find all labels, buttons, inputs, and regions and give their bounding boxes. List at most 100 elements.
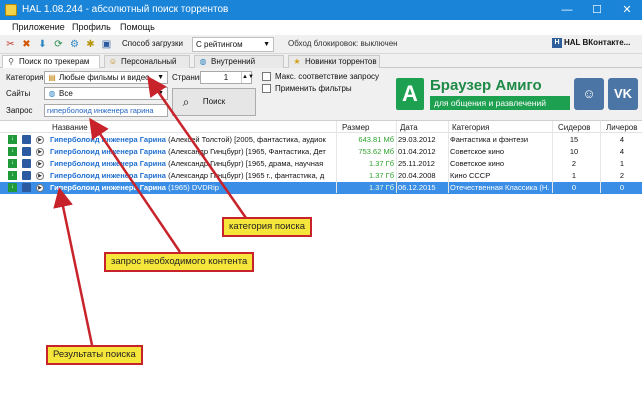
app-icon bbox=[5, 4, 17, 16]
close-button[interactable]: ✕ bbox=[612, 0, 642, 20]
result-date: 29.03.2012 bbox=[398, 135, 436, 144]
download-torrent-icon[interactable]: ↓ bbox=[8, 171, 17, 180]
callout-search-category: категория поиска bbox=[222, 217, 313, 237]
result-leechers: 1 bbox=[619, 159, 625, 168]
stepper-arrows-icon[interactable]: ▲▼ bbox=[241, 72, 254, 83]
hal-vk-link[interactable]: H HAL ВКонтакте... bbox=[552, 38, 630, 48]
download-torrent-icon[interactable]: ↓ bbox=[8, 159, 17, 168]
category-label: Категория bbox=[6, 73, 44, 82]
result-seeders: 2 bbox=[571, 159, 577, 168]
result-date: 06.12.2015 bbox=[398, 183, 436, 192]
column-header-title[interactable]: Название bbox=[52, 123, 88, 132]
result-date: 20.04.2008 bbox=[398, 171, 436, 180]
play-icon[interactable]: ▶ bbox=[36, 160, 44, 168]
binoculars-icon: ⌕ bbox=[182, 95, 190, 109]
tab-bar: ⚲ Поиск по трекерам ☺ Персональный поиск… bbox=[0, 54, 642, 78]
save-icon[interactable] bbox=[22, 147, 31, 156]
result-seeders: 0 bbox=[571, 183, 577, 192]
save-icon[interactable] bbox=[22, 171, 31, 180]
result-size: 753.62 Мб bbox=[358, 147, 394, 156]
chevron-down-icon: ▼ bbox=[263, 41, 270, 48]
result-title: Гиперболоид инженера Гарина (Александр Г… bbox=[50, 159, 324, 168]
amigo-ad-banner[interactable]: A Браузер Амиго для общения и развлечени… bbox=[396, 74, 642, 118]
play-icon[interactable]: ▶ bbox=[36, 172, 44, 180]
result-title: Гиперболоид инженера Гарина (Александр Г… bbox=[50, 147, 326, 156]
pages-stepper[interactable]: 1 ▲▼ bbox=[200, 71, 254, 84]
play-icon[interactable]: ▶ bbox=[36, 184, 44, 192]
person-icon: ☺ bbox=[108, 57, 118, 66]
column-header-size[interactable]: Размер bbox=[342, 123, 370, 132]
result-category: Советское кино bbox=[450, 147, 505, 156]
query-input[interactable]: гиперболоид инженера гарина bbox=[44, 104, 168, 117]
result-title: Гиперболоид инженера Гарина (1965) DVDRi… bbox=[50, 183, 219, 192]
query-label: Запрос bbox=[6, 106, 33, 115]
download-icon[interactable]: ⬇ bbox=[36, 38, 49, 51]
result-title: Гиперболоид инженера Гарина (Алексей Тол… bbox=[50, 135, 326, 144]
menu-bar: Приложение Профиль Помощь bbox=[0, 20, 642, 35]
tab-internal-browser[interactable]: ◍ Внутренний браузер bbox=[194, 55, 284, 78]
download-torrent-icon[interactable]: ↓ bbox=[8, 183, 17, 192]
hal-icon: H bbox=[552, 38, 562, 48]
sites-label: Сайты bbox=[6, 89, 31, 98]
smiley-icon: ☺ bbox=[574, 78, 604, 110]
save-icon[interactable] bbox=[22, 183, 31, 192]
close-tabs-icon[interactable]: ✖ bbox=[20, 38, 33, 51]
result-leechers: 4 bbox=[619, 135, 625, 144]
result-category: Кино СССР bbox=[450, 171, 491, 180]
save-icon[interactable]: ▣ bbox=[100, 38, 113, 51]
save-icon[interactable] bbox=[22, 159, 31, 168]
table-row[interactable]: ↓ ▶ Гиперболоид инженера Гарина (Александр… bbox=[0, 146, 642, 158]
download-torrent-icon[interactable]: ↓ bbox=[8, 147, 17, 156]
result-size: 643.81 Мб bbox=[358, 135, 394, 144]
result-category: Отечественная Классика (Н... bbox=[450, 183, 550, 192]
exact-match-label: Макс. соответствие запросу bbox=[275, 72, 380, 81]
hal-vk-label: HAL ВКонтакте... bbox=[564, 38, 631, 48]
apply-filters-checkbox[interactable] bbox=[262, 84, 271, 93]
exact-match-checkbox[interactable] bbox=[262, 72, 271, 81]
result-size: 1.37 Гб bbox=[368, 171, 394, 180]
minimize-button[interactable]: — bbox=[552, 0, 582, 20]
category-value: Любые фильмы и видео bbox=[59, 73, 150, 82]
globe-icon: ◍ bbox=[199, 57, 207, 66]
table-row[interactable]: ↓ ▶ Гиперболоид инженера Гарина (1965) DVD… bbox=[0, 182, 642, 194]
menu-item-help[interactable]: Помощь bbox=[120, 22, 155, 32]
column-header-leechers[interactable]: Личеров bbox=[606, 123, 637, 132]
search-button-label: Поиск bbox=[202, 97, 226, 106]
tools-icon[interactable]: ✂ bbox=[4, 38, 17, 51]
settings-icon[interactable]: ⚙ bbox=[68, 38, 81, 51]
search-button[interactable]: ⌕ Поиск bbox=[172, 88, 256, 116]
column-header-date[interactable]: Дата bbox=[400, 123, 418, 132]
tab-tracker-search[interactable]: ⚲ Поиск по трекерам bbox=[2, 55, 100, 69]
result-size: 1.37 Гб bbox=[368, 159, 394, 168]
table-row[interactable]: ↓ ▶ Гиперболоид инженера Гарина (Александр… bbox=[0, 158, 642, 170]
maximize-button[interactable]: ☐ bbox=[582, 0, 612, 20]
column-header-category[interactable]: Категория bbox=[452, 123, 489, 132]
category-select[interactable]: ▤ Любые фильмы и видео ▼ bbox=[44, 71, 168, 84]
result-category: Фантастика и фэнтези bbox=[450, 135, 529, 144]
table-row[interactable]: ↓ ▶ Гиперболоид инженера Гарина (Александр… bbox=[0, 170, 642, 182]
amigo-logo: A bbox=[396, 78, 424, 110]
result-size: 1.37 Гб bbox=[368, 183, 394, 192]
info-icon[interactable]: ✱ bbox=[84, 38, 97, 51]
column-header-seeders[interactable]: Сидеров bbox=[558, 123, 591, 132]
play-icon[interactable]: ▶ bbox=[36, 148, 44, 156]
refresh-icon[interactable]: ⟳ bbox=[52, 38, 65, 51]
apply-filters-label: Применить фильтры bbox=[275, 84, 352, 93]
tab-new-torrents[interactable]: ★ Новинки торрентов bbox=[288, 55, 380, 68]
download-method-select[interactable]: С рейтингом ▼ bbox=[192, 37, 274, 52]
menu-item-profile[interactable]: Профиль bbox=[72, 22, 111, 32]
table-header: Название Размер Дата Категория Сидеров Л… bbox=[0, 121, 642, 133]
result-seeders: 1 bbox=[571, 171, 577, 180]
download-torrent-icon[interactable]: ↓ bbox=[8, 135, 17, 144]
chevron-down-icon: ▼ bbox=[157, 74, 164, 81]
download-method-label: Способ загрузки bbox=[122, 39, 183, 48]
ad-title: Браузер Амиго bbox=[430, 77, 542, 94]
save-icon[interactable] bbox=[22, 135, 31, 144]
result-title: Гиперболоид инженера Гарина (Александр Г… bbox=[50, 171, 325, 180]
sites-select[interactable]: ◍ Все ▼ bbox=[44, 87, 168, 100]
menu-item-application[interactable]: Приложение bbox=[12, 22, 65, 32]
tab-personal-search[interactable]: ☺ Персональный поиск bbox=[104, 55, 190, 78]
search-icon: ⚲ bbox=[8, 57, 14, 66]
table-row[interactable]: ↓ ▶ Гиперболоид инженера Гарина (Алексей Т… bbox=[0, 134, 642, 146]
play-icon[interactable]: ▶ bbox=[36, 136, 44, 144]
